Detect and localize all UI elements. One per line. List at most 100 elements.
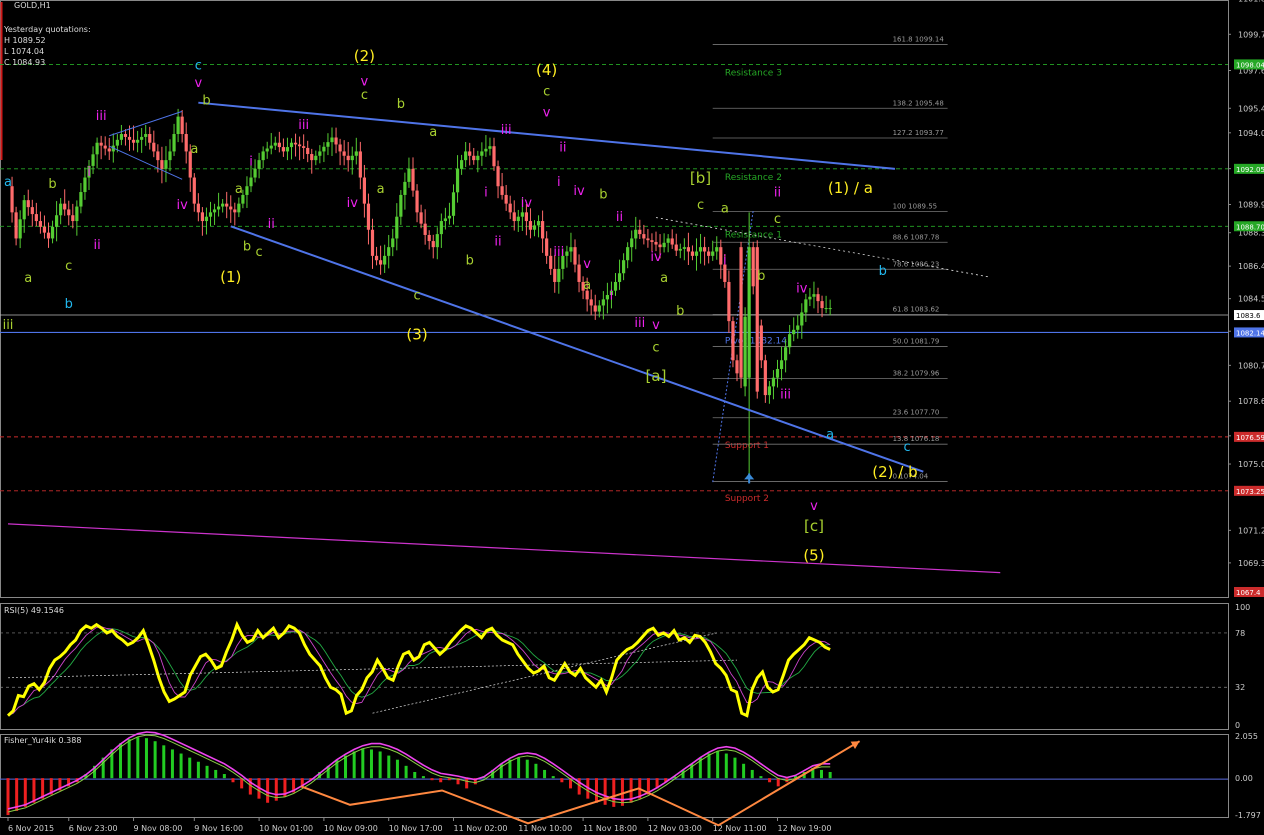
bull-candle <box>569 247 573 252</box>
bear-candle <box>431 241 435 248</box>
price-tag-label-support: 1076.59 <box>1236 434 1264 442</box>
y-axis-tick-label: 1099.73 <box>1238 30 1264 39</box>
bull-candle <box>557 268 561 282</box>
bear-candle <box>674 244 678 251</box>
wave-label: b <box>397 97 405 112</box>
bear-candle <box>589 299 593 306</box>
wave-label: iv <box>573 184 585 199</box>
fisher-bar-up <box>525 759 529 779</box>
wave-label: a <box>660 271 668 286</box>
bull-candle <box>666 238 670 243</box>
bear-candle <box>496 166 500 187</box>
wedge-line <box>109 145 183 180</box>
bull-candle <box>784 347 788 361</box>
channel-lower-line <box>230 225 924 473</box>
bull-candle <box>164 160 168 169</box>
bull-candle <box>50 226 55 239</box>
fisher-bar-up <box>361 748 365 779</box>
bull-candle <box>59 203 63 216</box>
bear-candle <box>225 203 229 207</box>
fisher-bar-up <box>214 769 218 779</box>
wave-label: b <box>879 264 887 279</box>
bull-candle <box>804 299 808 313</box>
bear-candle <box>281 147 285 152</box>
bull-candle <box>532 225 537 230</box>
bull-candle <box>83 177 87 193</box>
fisher-bar-down <box>465 778 469 789</box>
bull-candle <box>460 160 464 169</box>
x-axis-tick-label: 9 Nov 08:00 <box>134 824 183 833</box>
bull-candle <box>747 247 751 378</box>
wave-label: iii <box>634 316 645 331</box>
wave-label: iv <box>347 196 359 211</box>
bull-candle <box>289 142 294 148</box>
bull-candle <box>828 308 832 310</box>
wave-label: [c] <box>804 517 824 535</box>
wave-label: c <box>256 245 263 260</box>
bull-candle <box>796 325 800 330</box>
bull-candle <box>715 247 719 252</box>
bear-candle <box>646 238 650 241</box>
bear-candle <box>735 360 739 374</box>
bull-candle <box>91 154 95 166</box>
bull-candle <box>22 200 26 220</box>
wave-label: ii <box>268 217 275 232</box>
fisher-bar-down <box>560 778 564 783</box>
bear-candle <box>366 203 371 230</box>
bull-candle <box>383 255 387 265</box>
bear-candle <box>229 206 233 210</box>
price-chart[interactable]: 1101.801099.731097.651095.481094.071092.… <box>0 0 1264 835</box>
level-label-resistance: Resistance 3 <box>725 68 782 78</box>
wave-label: (1) <box>220 268 241 286</box>
bear-candle <box>419 212 423 224</box>
fisher-bar-up <box>179 753 183 779</box>
bull-candle <box>115 139 119 146</box>
bull-candle <box>439 221 443 235</box>
bear-candle <box>334 137 338 145</box>
wave-label: ii <box>774 186 781 201</box>
bull-candle <box>387 247 391 256</box>
bear-candle <box>763 360 767 396</box>
fisher-bar-down <box>23 778 27 807</box>
price-tag-label-pivot: 1082.14 <box>1236 329 1264 337</box>
fisher-bar-up <box>819 769 823 779</box>
bull-candle <box>698 247 703 252</box>
bear-candle <box>642 234 646 239</box>
fisher-bar-up <box>136 737 140 779</box>
wave-label: a <box>826 428 834 443</box>
bear-candle <box>549 255 553 269</box>
bear-candle <box>192 177 196 204</box>
bear-candle <box>727 281 731 322</box>
fisher-bar-down <box>612 778 616 807</box>
bear-candle <box>63 203 67 210</box>
wave-label: ii <box>494 234 501 249</box>
x-axis-tick-label: 12 Nov 03:00 <box>648 824 702 833</box>
bear-candle <box>38 221 42 227</box>
x-axis-tick-label: 12 Nov 11:00 <box>713 824 767 833</box>
bull-candle <box>779 360 784 369</box>
bull-candle <box>743 316 747 387</box>
bull-candle <box>711 251 715 256</box>
bull-candle <box>767 386 771 396</box>
fisher-bar-up <box>421 776 425 779</box>
fisher-bar-up <box>724 753 728 779</box>
bear-candle <box>362 177 366 204</box>
bull-candle <box>435 234 439 248</box>
bear-candle <box>127 136 132 140</box>
bear-candle <box>233 209 237 213</box>
bear-candle <box>293 142 298 145</box>
bear-candle <box>107 148 111 152</box>
wave-label: b <box>466 254 474 269</box>
bull-candle <box>18 219 22 239</box>
bear-candle <box>156 151 160 161</box>
wave-label: a <box>190 142 198 157</box>
bear-candle <box>703 247 707 252</box>
rsi-axis-label: 78 <box>1235 629 1245 638</box>
wave-label: c <box>697 198 704 213</box>
level-label-resistance: Resistance 1 <box>725 230 782 240</box>
y-axis-tick-label: 1071.23 <box>1238 526 1264 535</box>
bear-candle <box>508 203 512 213</box>
bear-candle <box>103 145 107 149</box>
bull-candle <box>350 155 354 161</box>
bear-candle <box>658 244 662 248</box>
